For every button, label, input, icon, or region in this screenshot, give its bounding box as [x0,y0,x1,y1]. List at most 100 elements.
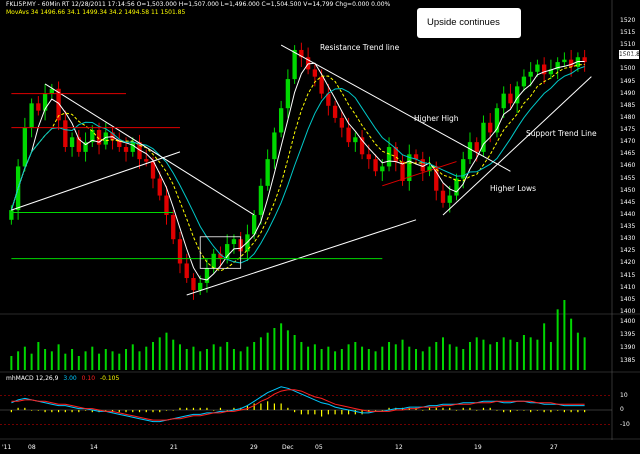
price-tick: 1520 [620,16,636,24]
volume-bar [468,342,471,370]
volume-bar [381,346,384,370]
volume-bar [327,346,330,370]
macd-histogram-bar [503,410,505,413]
volume-bar [462,349,465,370]
volume-bar [286,330,289,370]
volume-bar [71,349,74,370]
candle-body [319,76,324,94]
volume-bar [111,351,114,370]
candle-body [22,127,28,167]
candle-body [177,239,183,264]
macd-histogram-bar [24,407,26,410]
volume-bar [536,339,539,370]
volume-bar [489,344,492,370]
volume-bar [408,346,411,370]
candle-body [157,178,162,196]
volume-bar [232,349,235,370]
macd-histogram-bar [105,410,107,411]
volume-tick: 1395 [620,331,636,338]
macd-histogram-bar [159,410,161,413]
macd-histogram-bar [523,410,525,411]
macd-histogram-bar [341,410,343,415]
time-tick: 08 [28,444,36,451]
macd-histogram-bar [37,410,39,411]
volume-bar [266,332,269,370]
macd-histogram-bar [17,407,19,410]
volume-bar [145,346,148,370]
time-tick: 21 [170,444,178,451]
volume-bar [543,323,546,370]
macd-histogram-bar [118,410,120,413]
time-tick: 12 [395,444,403,451]
volume-bar [576,332,579,370]
volume-bar [280,323,283,370]
candle-body [474,142,479,152]
signal-line [11,389,585,421]
price-tick: 1435 [620,223,636,231]
volume-bar [199,351,202,370]
macd-histogram-bar [287,407,289,410]
volume-bar [347,344,350,370]
volume-bar [307,346,310,370]
candle-body [535,64,540,72]
macd-histogram-bar [64,410,66,413]
volume-bar [583,337,586,370]
volume-bar [44,349,47,370]
volume-bar [570,318,573,370]
volume-bar [259,337,262,370]
candle-body [211,253,216,269]
macd-histogram-bar [219,407,222,410]
macd-histogram-bar [179,407,181,410]
volume-bar [152,342,154,370]
volume-bar [529,337,532,370]
macd-histogram-bar [321,410,323,417]
volume-bar [23,346,26,370]
macd-histogram-bar [543,410,545,413]
support-trend-label: Support Trend Line [526,129,597,138]
macd-header: mhMACD 12,26,9 3.00 0.10 -0.105 [6,375,119,382]
macd-histogram-bar [496,410,498,411]
candle-body [562,59,567,63]
macd-histogram-bar [10,410,12,413]
candle-body [366,154,371,160]
macd-histogram-bar [509,410,512,413]
volume-bars [10,300,586,370]
volume-tick: 1390 [620,344,636,351]
macd-histogram-bar [469,407,471,410]
volume-bar [394,344,397,370]
macd-histogram-bar [186,407,188,410]
volume-bar [334,351,337,370]
time-tick: 14 [90,444,98,451]
macd-histogram-bar [422,410,424,411]
candle-body [285,79,291,109]
macd-histogram-bar [584,410,586,413]
volume-bar [388,342,391,370]
candle-body [9,210,14,220]
macd-histogram-bar [213,410,215,411]
macd-histogram-bar [192,407,195,410]
volume-bar [226,342,229,370]
macd-histogram-bar [334,410,336,415]
macd-histogram-bar [536,410,539,411]
chart-window: FKLI5P.MY - 60Min RT 12/28/2011 17:14:56… [0,0,640,454]
volume-bar [98,353,101,370]
volume-bar [367,349,370,370]
volume-bar [556,309,559,370]
volume-bar [125,349,128,370]
macd-histogram-bar [138,410,141,413]
volume-tick: 1400 [620,318,636,325]
time-tick: 29 [250,444,258,451]
volume-bar [320,349,323,370]
candle-body [265,159,270,186]
macd-histogram-bar [51,410,53,413]
trend-lines [11,44,592,296]
macd-histogram-bar [577,410,579,413]
macd-histogram-bar [199,407,201,410]
macd-histogram-bar [381,410,383,411]
macd-histogram-bar [44,410,46,413]
volume-bar [185,349,188,370]
volume-bar [172,339,175,370]
price-tick: 1455 [620,174,636,182]
macd-panel [0,386,612,425]
macd-histogram-bar [152,410,154,413]
